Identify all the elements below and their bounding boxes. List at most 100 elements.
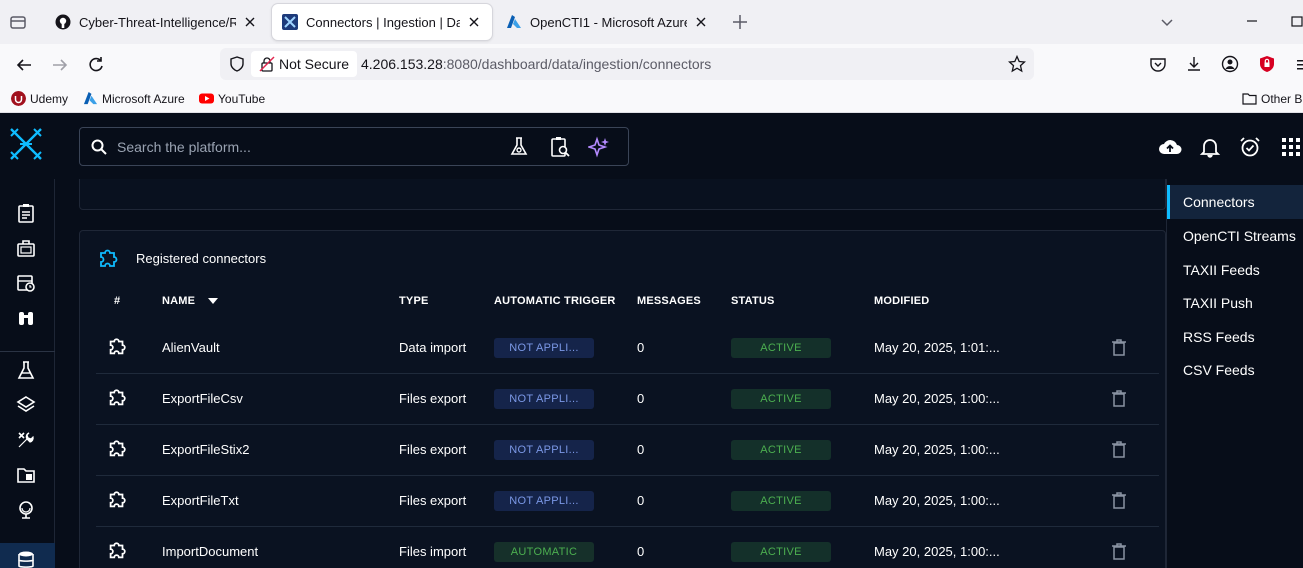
delete-trash-icon[interactable] — [1111, 542, 1127, 560]
close-tab-icon[interactable] — [693, 14, 709, 30]
bookmark-label: Other B — [1261, 91, 1303, 106]
azure-icon — [507, 15, 521, 28]
status-badge: ACTIVE — [731, 542, 831, 562]
not-secure-indicator[interactable]: Not Secure — [251, 51, 358, 77]
column-header-modified[interactable]: MODIFIED — [874, 295, 929, 307]
arsenal-layers-icon[interactable] — [16, 395, 36, 415]
column-header-status[interactable]: STATUS — [731, 295, 775, 307]
delete-trash-icon[interactable] — [1111, 389, 1127, 407]
right-nav-connectors[interactable]: Connectors — [1167, 185, 1303, 219]
list-tabs-chevron-icon[interactable] — [1159, 14, 1175, 30]
connector-name: AlienVault — [162, 340, 220, 355]
tab-connectors[interactable]: Connectors | Ingestion | Data | O — [272, 4, 492, 40]
column-header-name[interactable]: NAME — [162, 295, 195, 307]
delete-trash-icon[interactable] — [1111, 491, 1127, 509]
bookmark-star-icon[interactable] — [1008, 55, 1026, 73]
right-nav-csv-feeds[interactable]: CSV Feeds — [1167, 353, 1303, 387]
data-database-icon[interactable] — [16, 550, 36, 568]
events-calendar-icon[interactable] — [16, 273, 36, 293]
connector-name: ImportDocument — [162, 544, 259, 559]
entities-folder-icon[interactable] — [16, 465, 36, 485]
flask-icon[interactable] — [508, 136, 530, 158]
new-tab-icon[interactable] — [731, 13, 749, 31]
table-row[interactable]: ImportDocument Files import AUTOMATIC 0 … — [96, 527, 1159, 568]
notifications-bell-icon[interactable] — [1199, 136, 1221, 158]
column-header-messages[interactable]: MESSAGES — [637, 295, 701, 307]
table-row[interactable]: ExportFileStix2 Files export NOT APPLI..… — [96, 425, 1159, 476]
column-header-trigger[interactable]: AUTOMATIC TRIGGER — [494, 295, 616, 307]
trigger-badge: NOT APPLI... — [494, 389, 594, 409]
bookmark-udemy[interactable]: Udemy — [11, 91, 68, 106]
trigger-badge: NOT APPLI... — [494, 440, 594, 460]
messages-count: 0 — [637, 391, 645, 406]
account-icon[interactable] — [1221, 55, 1239, 73]
bookmark-azure[interactable]: Microsoft Azure — [83, 91, 185, 106]
tab-github[interactable]: Cyber-Threat-Intelligence/READ — [45, 4, 268, 40]
other-bookmarks[interactable]: Other B — [1242, 91, 1302, 106]
tracking-protection-shield-icon[interactable] — [228, 55, 246, 73]
status-badge: ACTIVE — [731, 440, 831, 460]
url-host: 4.206.153.28 — [361, 56, 443, 72]
status-badge: ACTIVE — [731, 491, 831, 511]
back-arrow-icon[interactable] — [14, 55, 34, 75]
bookmark-youtube[interactable]: YouTube — [199, 91, 265, 106]
clipboard-search-icon[interactable] — [549, 136, 571, 158]
techniques-flask-icon[interactable] — [16, 360, 36, 380]
table-row[interactable]: ExportFileCsv Files export NOT APPLI... … — [96, 374, 1159, 425]
status-badge: ACTIVE — [731, 338, 831, 358]
url-text[interactable]: 4.206.153.28:8080/dashboard/data/ingesti… — [361, 56, 711, 72]
delete-trash-icon[interactable] — [1111, 338, 1127, 356]
tab-title: Connectors | Ingestion | Data | O — [306, 14, 460, 30]
ai-sparkle-icon[interactable] — [588, 136, 610, 158]
github-icon — [55, 14, 71, 30]
tab-overview-icon[interactable] — [9, 13, 27, 31]
right-nav-taxii-feeds[interactable]: TAXII Feeds — [1167, 253, 1303, 287]
analyses-clipboard-icon[interactable] — [16, 203, 36, 223]
tab-title: Cyber-Threat-Intelligence/READ — [79, 14, 236, 30]
alarm-clock-icon[interactable] — [1239, 136, 1261, 158]
apps-grid-icon[interactable] — [1280, 136, 1302, 158]
youtube-icon — [199, 93, 214, 104]
close-tab-icon[interactable] — [466, 14, 482, 30]
platform-search — [79, 127, 629, 166]
messages-count: 0 — [637, 544, 645, 559]
locations-globe-icon[interactable] — [16, 500, 36, 520]
extension-shield-icon[interactable] — [1258, 55, 1276, 73]
left-nav-divider — [0, 351, 55, 352]
restore-window-icon[interactable] — [1289, 13, 1303, 29]
right-nav-taxii-push[interactable]: TAXII Push — [1167, 286, 1303, 320]
tab-title: OpenCTI1 - Microsoft Azure — [530, 14, 687, 30]
cases-briefcase-icon[interactable] — [16, 238, 36, 258]
bookmark-label: Microsoft Azure — [102, 91, 185, 106]
downloads-icon[interactable] — [1185, 55, 1203, 73]
cloud-upload-icon[interactable] — [1158, 136, 1182, 158]
reload-icon[interactable] — [86, 55, 106, 75]
right-nav-label: CSV Feeds — [1183, 362, 1255, 378]
modified-date: May 20, 2025, 1:00:... — [874, 493, 1000, 508]
connector-type: Files export — [399, 442, 467, 457]
observations-binoculars-icon[interactable] — [16, 308, 36, 328]
tab-azure[interactable]: OpenCTI1 - Microsoft Azure — [496, 4, 719, 40]
trigger-badge: NOT APPLI... — [494, 338, 594, 358]
delete-trash-icon[interactable] — [1111, 440, 1127, 458]
right-nav-opencti-streams[interactable]: OpenCTI Streams — [1167, 219, 1303, 253]
modified-date: May 20, 2025, 1:00:... — [874, 442, 1000, 457]
pocket-icon[interactable] — [1149, 55, 1167, 73]
search-icon — [91, 139, 107, 155]
minimize-window-icon[interactable] — [1244, 13, 1260, 29]
right-nav-rss-feeds[interactable]: RSS Feeds — [1167, 320, 1303, 354]
opencti-logo-icon[interactable] — [8, 126, 44, 162]
column-header-type[interactable]: TYPE — [399, 295, 429, 307]
close-tab-icon[interactable] — [242, 14, 258, 30]
forward-arrow-icon[interactable] — [50, 55, 70, 75]
app-menu-icon[interactable] — [1294, 55, 1303, 73]
udemy-icon — [11, 91, 26, 106]
messages-count: 0 — [637, 493, 645, 508]
table-row[interactable]: ExportFileTxt Files export NOT APPLI... … — [96, 476, 1159, 527]
table-row[interactable]: AlienVault Data import NOT APPLI... 0 AC… — [96, 323, 1159, 374]
connector-puzzle-icon — [109, 542, 126, 559]
search-input[interactable] — [117, 136, 497, 158]
tools-wrench-icon[interactable] — [16, 430, 36, 450]
url-path: :8080/dashboard/data/ingestion/connector… — [442, 56, 712, 72]
sort-descending-icon[interactable] — [207, 297, 219, 305]
